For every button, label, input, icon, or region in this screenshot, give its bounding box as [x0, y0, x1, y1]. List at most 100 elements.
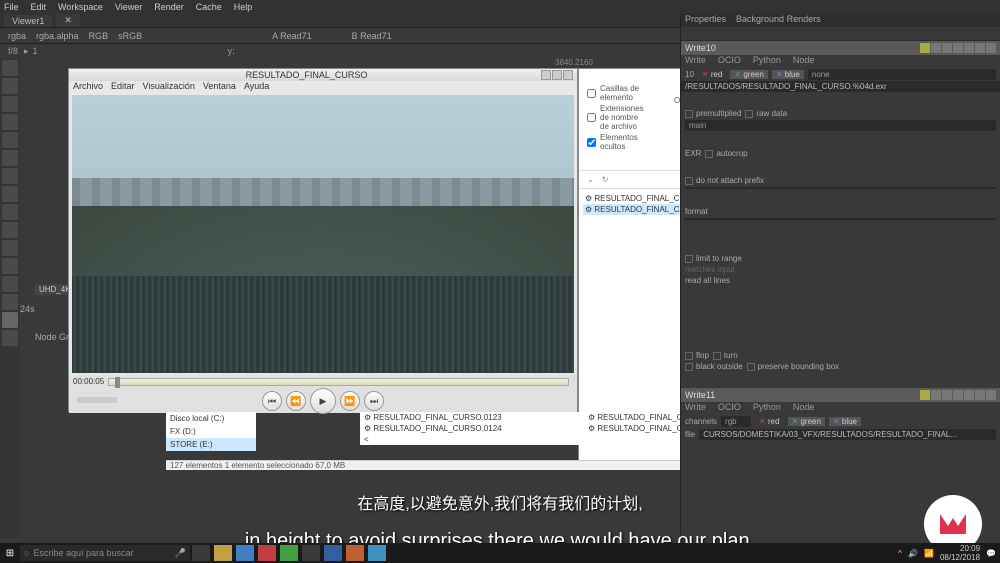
chk-prefix[interactable]: do not attach prefix [685, 176, 764, 185]
tool-icon[interactable] [2, 150, 18, 166]
tool-icon[interactable] [2, 78, 18, 94]
taskbar-app[interactable] [258, 545, 276, 561]
subtab-python[interactable]: Python [753, 402, 781, 415]
filepath-field[interactable]: /RESULTADOS/RESULTADO_FINAL_CURSO.%04d.e… [681, 81, 1000, 92]
field[interactable] [685, 218, 996, 220]
next-button[interactable]: ⏭ [364, 391, 384, 411]
mp-editar[interactable]: Editar [111, 81, 135, 93]
chip-blue[interactable]: blue [772, 70, 804, 79]
play-button[interactable]: ▶ [310, 388, 336, 414]
menu-cache[interactable]: Cache [196, 2, 222, 12]
chk-autocrop[interactable]: autocrop [705, 149, 747, 158]
panel-btn[interactable] [964, 390, 974, 400]
layer-select[interactable]: main [685, 120, 996, 131]
menu-help[interactable]: Help [234, 2, 253, 12]
panel-btn[interactable] [942, 43, 952, 53]
channel-select[interactable]: rgba [8, 31, 26, 41]
notifications-icon[interactable]: 💬 [986, 549, 996, 558]
tab-properties[interactable]: Properties [685, 14, 726, 27]
tool-icon[interactable] [2, 60, 18, 76]
video-canvas[interactable] [72, 95, 574, 373]
refresh-icon[interactable]: ↻ [602, 175, 609, 184]
fstop[interactable]: f/8 [8, 46, 18, 56]
taskbar-app[interactable] [280, 545, 298, 561]
colorspace-select[interactable]: RGB [89, 31, 109, 41]
tray-icon[interactable]: 🔊 [908, 549, 918, 558]
subtab-ocio[interactable]: OCIO [718, 402, 741, 415]
menu-viewer[interactable]: Viewer [115, 2, 142, 12]
subtab-python[interactable]: Python [753, 55, 781, 68]
channels-field[interactable]: 10 [685, 70, 694, 79]
drive-item[interactable]: FX (D:) [166, 425, 256, 438]
start-button[interactable]: ⊞ [0, 543, 20, 563]
filepath-field-2[interactable]: CURSOS/DOMESTIKA/03_VFX/RESULTADOS/RESUL… [699, 429, 996, 440]
panel-btn[interactable] [931, 43, 941, 53]
chk-blackoutside[interactable]: black outside [685, 362, 743, 371]
tray-icon[interactable]: ^ [898, 549, 902, 558]
node-header[interactable]: Write10 [681, 41, 1000, 55]
tool-icon[interactable] [2, 258, 18, 274]
subtab-node[interactable]: Node [793, 55, 815, 68]
panel-close-icon[interactable] [986, 43, 996, 53]
subtab-ocio[interactable]: OCIO [718, 55, 741, 68]
subtab-write[interactable]: Write [685, 55, 706, 68]
panel-btn[interactable] [953, 43, 963, 53]
chip-green[interactable]: green [730, 70, 767, 79]
chk-premult[interactable]: premultiplied [685, 109, 741, 118]
maximize-icon[interactable] [552, 70, 562, 80]
panel-btn[interactable] [964, 43, 974, 53]
taskbar-app[interactable] [236, 545, 254, 561]
panel-btn[interactable] [920, 43, 930, 53]
zoom-level[interactable]: 24s [20, 304, 70, 314]
panel-btn[interactable] [975, 390, 985, 400]
chk-flop[interactable]: flop [685, 351, 709, 360]
mp-ayuda[interactable]: Ayuda [244, 81, 269, 93]
gamut-select[interactable]: sRGB [118, 31, 142, 41]
tool-icon[interactable] [2, 330, 18, 346]
tool-icon[interactable] [2, 168, 18, 184]
close-tab-icon[interactable]: ✕ [56, 14, 80, 27]
node-header-2[interactable]: Write11 [681, 388, 1000, 402]
tool-icon[interactable] [2, 276, 18, 292]
panel-btn[interactable] [920, 390, 930, 400]
tool-icon[interactable] [2, 114, 18, 130]
media-titlebar[interactable]: RESULTADO_FINAL_CURSO [69, 69, 577, 81]
taskbar-app[interactable] [324, 545, 342, 561]
tool-icon[interactable] [2, 132, 18, 148]
chk-preserve[interactable]: preserve bounding box [747, 362, 839, 371]
chip-blue[interactable]: blue [829, 417, 861, 426]
tool-icon[interactable] [2, 312, 18, 328]
viewer-tab[interactable]: Viewer1 [4, 15, 52, 27]
tray-icon[interactable]: 📶 [924, 549, 934, 558]
minimize-icon[interactable] [541, 70, 551, 80]
taskbar-app[interactable] [368, 545, 386, 561]
a-input[interactable]: A Read71 [272, 31, 312, 41]
tool-icon[interactable] [2, 222, 18, 238]
tool-icon[interactable] [2, 186, 18, 202]
tool-icon[interactable] [2, 294, 18, 310]
panel-close-icon[interactable] [986, 390, 996, 400]
panel-btn[interactable] [942, 390, 952, 400]
taskview-icon[interactable] [192, 545, 210, 561]
rgb-select[interactable]: rgb [721, 416, 751, 427]
tool-icon[interactable] [2, 240, 18, 256]
file-item[interactable]: ⚙ RESULTADO_FINAL_CURSO.0124 [360, 423, 584, 434]
readall-label[interactable]: read all lines [685, 276, 730, 285]
drive-item[interactable]: STORE (E:) [166, 438, 256, 451]
chk-limit[interactable]: limit to range [685, 254, 742, 263]
tool-icon[interactable] [2, 204, 18, 220]
clock[interactable]: 20:09 08/12/2018 [940, 544, 980, 562]
drive-item[interactable]: Disco local (C:) [166, 412, 256, 425]
menu-file[interactable]: File [4, 2, 19, 12]
prev-button[interactable]: ⏮ [262, 391, 282, 411]
mp-archivo[interactable]: Archivo [73, 81, 103, 93]
field[interactable] [685, 187, 996, 189]
chk-extensiones[interactable] [587, 113, 596, 122]
panel-btn[interactable] [953, 390, 963, 400]
chip-red[interactable]: red [755, 417, 784, 426]
volume-slider[interactable] [77, 397, 117, 403]
chk-ocultos[interactable] [587, 138, 596, 147]
file-item[interactable]: ⚙ RESULTADO_FINAL_CURSO.0123 [360, 412, 584, 423]
alpha-select[interactable]: rgba.alpha [36, 31, 79, 41]
taskbar-app[interactable] [214, 545, 232, 561]
